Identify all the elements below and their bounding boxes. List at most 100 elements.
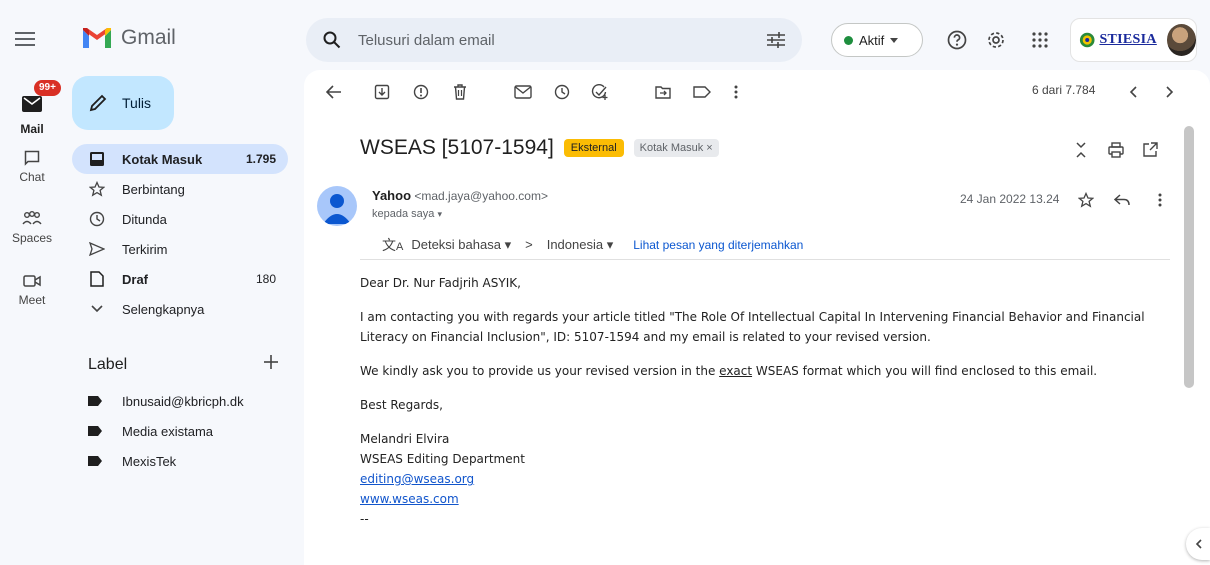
search-bar[interactable]: Telusuri dalam email <box>306 18 802 62</box>
nav-drafts-count: 180 <box>255 272 276 286</box>
target-language-dropdown[interactable]: Indonesia ▾ <box>547 237 614 253</box>
status-dropdown[interactable]: Aktif <box>831 23 923 57</box>
video-camera-icon <box>16 269 48 293</box>
rail-mail[interactable]: 99+ Mail <box>0 80 64 136</box>
greeting: Dear Dr. Nur Fadjrih ASYIK, <box>360 276 521 290</box>
brand-text: STIESIA <box>1099 32 1157 47</box>
main-menu-icon[interactable] <box>12 26 38 52</box>
scrollbar-thumb[interactable] <box>1184 126 1194 388</box>
app-name: Gmail <box>121 26 176 49</box>
folder-nav: Kotak Masuk 1.795 Berbintang Ditunda Ter… <box>72 144 288 324</box>
mark-unread-icon[interactable] <box>513 82 533 102</box>
rail-spaces-label: Spaces <box>11 231 53 245</box>
send-icon <box>88 240 106 258</box>
apps-grid-icon[interactable] <box>1029 29 1051 51</box>
translate-bar: 文A Deteksi bahasa ▾ > Indonesia ▾ Lihat … <box>360 230 1170 260</box>
account-brand[interactable]: STIESIA <box>1070 18 1197 62</box>
label-item-text: Ibnusaid@kbricph.dk <box>122 393 244 409</box>
rail-mail-icon-wrap: 99+ <box>12 80 61 120</box>
back-arrow-icon[interactable] <box>324 82 344 102</box>
mail-icon <box>22 96 42 112</box>
reply-icon[interactable] <box>1112 190 1132 210</box>
archive-icon[interactable] <box>372 82 392 102</box>
snooze-clock-icon[interactable] <box>552 82 572 102</box>
inbox-icon <box>88 150 106 168</box>
nav-snoozed-label: Ditunda <box>122 211 167 227</box>
older-chevron-right-icon[interactable] <box>1160 82 1180 102</box>
add-to-tasks-icon[interactable] <box>590 82 610 102</box>
help-icon[interactable] <box>946 29 968 51</box>
nav-inbox-label: Kotak Masuk <box>122 151 203 167</box>
unread-badge: 99+ <box>34 80 61 96</box>
chat-icon <box>16 146 48 170</box>
signature-name: Melandri Elvira <box>360 432 450 446</box>
body-paragraph: I am contacting you with regards your ar… <box>360 310 1145 344</box>
rail-meet[interactable]: Meet <box>0 269 64 307</box>
email-subject: WSEAS [5107-1594] <box>360 136 554 159</box>
open-new-window-icon[interactable] <box>1140 140 1160 160</box>
label-item-text: MexisTek <box>122 453 177 469</box>
search-options-icon[interactable] <box>764 28 788 52</box>
rail-chat[interactable]: Chat <box>0 146 64 184</box>
label-tag-icon <box>88 456 102 466</box>
compose-button[interactable]: Tulis <box>72 76 174 130</box>
sender-name[interactable]: Yahoo <box>372 188 411 203</box>
delete-trash-icon[interactable] <box>450 82 470 102</box>
signature: Melandri Elvira WSEAS Editing Department… <box>360 429 1150 529</box>
nav-snoozed[interactable]: Ditunda <box>72 204 288 234</box>
view-translated-link[interactable]: Lihat pesan yang diterjemahkan <box>633 238 803 252</box>
spaces-icon <box>16 207 48 231</box>
top-bar: Gmail Telusuri dalam email Aktif STIESIA <box>0 0 1210 78</box>
label-tag-icon <box>88 426 102 436</box>
add-label-icon[interactable] <box>261 352 281 372</box>
compose-label: Tulis <box>122 95 152 111</box>
more-vert-icon[interactable] <box>1150 190 1170 210</box>
gmail-m-icon <box>83 28 111 48</box>
expand-collapse-icon[interactable] <box>1071 140 1091 160</box>
signature-email-link[interactable]: editing@wseas.org <box>360 472 474 486</box>
detect-language-dropdown[interactable]: Deteksi bahasa ▾ <box>411 237 511 253</box>
move-to-folder-icon[interactable] <box>653 82 673 102</box>
caret-down-icon: ▾ <box>437 209 442 219</box>
pager-count: 6 dari 7.784 <box>1032 83 1096 97</box>
star-icon[interactable] <box>1076 190 1096 210</box>
print-icon[interactable] <box>1106 140 1126 160</box>
email-subject-row: WSEAS [5107-1594] Eksternal Kotak Masuk … <box>360 136 719 160</box>
nav-inbox[interactable]: Kotak Masuk 1.795 <box>72 144 288 174</box>
message-pane: 6 dari 7.784 WSEAS [5107-1594] Eksternal… <box>304 70 1210 565</box>
inbox-label-chip[interactable]: Kotak Masuk × <box>633 139 719 157</box>
rail-mail-label: Mail <box>20 122 44 136</box>
label-item[interactable]: Media existama <box>88 416 244 446</box>
chevron-left-icon <box>1195 539 1202 549</box>
search-input[interactable]: Telusuri dalam email <box>358 32 764 49</box>
profile-avatar[interactable] <box>1166 24 1196 56</box>
label-item[interactable]: Ibnusaid@kbricph.dk <box>88 386 244 416</box>
gmail-logo[interactable]: Gmail <box>81 26 176 50</box>
newer-chevron-left-icon[interactable] <box>1123 82 1143 102</box>
recipient-label: kepada saya <box>372 208 435 220</box>
external-chip: Eksternal <box>563 139 624 157</box>
nav-sent[interactable]: Terkirim <box>72 234 288 264</box>
sender-avatar[interactable] <box>317 186 357 226</box>
star-icon <box>88 180 106 198</box>
nav-more[interactable]: Selengkapnya <box>72 294 288 324</box>
pencil-icon <box>89 94 107 112</box>
more-vert-icon[interactable] <box>726 82 746 102</box>
signature-web-link[interactable]: www.wseas.com <box>360 492 459 506</box>
report-spam-icon[interactable] <box>411 82 431 102</box>
rail-spaces[interactable]: Spaces <box>0 207 64 245</box>
person-icon <box>323 194 351 224</box>
label-item[interactable]: MexisTek <box>88 446 244 476</box>
label-icon[interactable] <box>692 82 712 102</box>
settings-gear-icon[interactable] <box>985 29 1007 51</box>
nav-starred[interactable]: Berbintang <box>72 174 288 204</box>
recipient-dropdown[interactable]: kepada saya ▾ <box>372 208 442 220</box>
nav-more-label: Selengkapnya <box>122 301 205 317</box>
rail-meet-label: Meet <box>18 293 46 307</box>
label-tag-icon <box>88 396 102 406</box>
search-icon[interactable] <box>320 28 344 52</box>
nav-drafts[interactable]: Draf 180 <box>72 264 288 294</box>
status-label: Aktif <box>859 32 885 48</box>
nav-inbox-count: 1.795 <box>245 152 276 166</box>
side-panel-toggle[interactable] <box>1186 528 1210 560</box>
